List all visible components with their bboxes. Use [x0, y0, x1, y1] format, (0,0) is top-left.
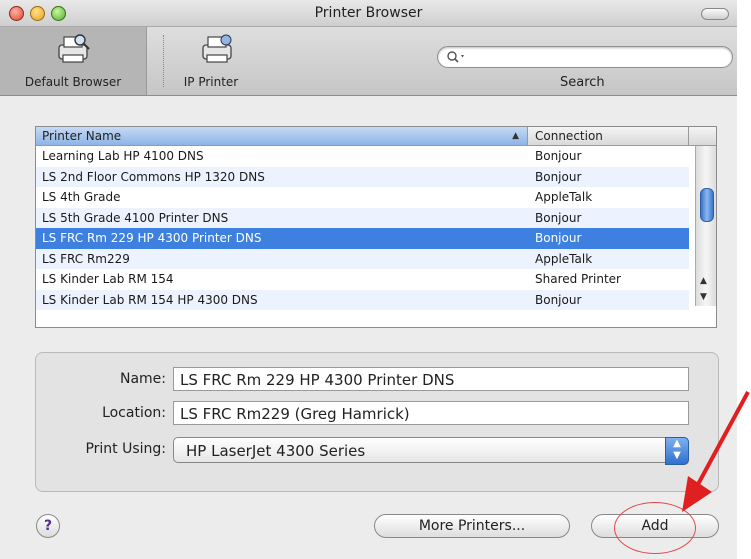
table-row-selected[interactable]: LS FRC Rm 229 HP 4300 Printer DNS Bonjour	[36, 228, 689, 249]
printer-name-cell: LS 5th Grade 4100 Printer DNS	[42, 210, 229, 225]
title-bar: Printer Browser	[0, 0, 737, 27]
printer-table: Printer Name ▲ Connection Learning Lab H…	[35, 126, 717, 328]
scroll-down-arrow-icon[interactable]: ▼	[700, 292, 707, 302]
printer-name-cell: LS 2nd Floor Commons HP 1320 DNS	[42, 169, 265, 184]
printer-browser-window: Printer Browser Default Browser IP Print…	[0, 0, 737, 559]
content-area: Printer Name ▲ Connection Learning Lab H…	[0, 96, 737, 559]
printer-name-cell: Learning Lab HP 4100 DNS	[42, 149, 204, 163]
column-header-printer-name-label: Printer Name	[42, 129, 122, 143]
connection-cell: Bonjour	[535, 169, 582, 184]
toolbar-ip-printer-label: IP Printer	[183, 75, 239, 89]
window-title: Printer Browser	[314, 5, 423, 21]
toolbar-separator	[163, 35, 164, 87]
table-body: Learning Lab HP 4100 DNS Bonjour LS 2nd F…	[36, 146, 689, 310]
vertical-scrollbar[interactable]: ▲ ▼	[695, 146, 716, 306]
connection-cell: Bonjour	[535, 292, 582, 307]
table-header: Printer Name ▲ Connection	[36, 127, 716, 146]
scroll-up-arrow-icon[interactable]: ▲	[700, 276, 707, 286]
printer-magnifier-icon	[58, 34, 90, 63]
printer-name-cell: LS FRC Rm229	[42, 251, 130, 266]
toolbar-default-browser-label: Default Browser	[24, 75, 122, 89]
sort-ascending-icon: ▲	[512, 131, 519, 141]
connection-cell: Bonjour	[535, 210, 582, 225]
column-header-connection[interactable]: Connection	[529, 127, 689, 145]
scrollbar-thumb[interactable]	[700, 188, 714, 222]
location-field[interactable]: LS FRC Rm229 (Greg Hamrick)	[173, 401, 689, 425]
printer-name-cell: LS Kinder Lab RM 154	[42, 272, 174, 286]
table-row[interactable]: LS Kinder Lab RM 154 Shared Printer	[36, 269, 689, 290]
table-row[interactable]: LS 5th Grade 4100 Printer DNS Bonjour	[36, 207, 689, 228]
print-using-label: Print Using:	[85, 441, 166, 457]
search-input[interactable]	[468, 49, 722, 65]
connection-cell: AppleTalk	[535, 251, 593, 266]
connection-cell: AppleTalk	[535, 190, 593, 204]
printer-name-cell: LS Kinder Lab RM 154 HP 4300 DNS	[42, 292, 258, 307]
table-row[interactable]: LS 4th Grade AppleTalk	[36, 187, 689, 208]
table-row[interactable]: LS Kinder Lab RM 154 HP 4300 DNS Bonjour	[36, 289, 689, 310]
help-button[interactable]: ?	[36, 514, 60, 538]
search-field[interactable]	[437, 46, 733, 68]
connection-cell: Bonjour	[535, 231, 582, 245]
search-icon	[447, 51, 464, 63]
print-using-value: HP LaserJet 4300 Series	[186, 442, 366, 460]
location-label: Location:	[102, 405, 166, 421]
column-header-printer-name[interactable]: Printer Name ▲	[36, 127, 528, 145]
table-row[interactable]: Learning Lab HP 4100 DNS Bonjour	[36, 146, 689, 167]
toolbar-toggle-button[interactable]	[701, 8, 729, 20]
connection-cell: Shared Printer	[535, 272, 621, 286]
printer-name-cell: LS 4th Grade	[42, 190, 121, 204]
toolbar: Default Browser IP Printer Search	[0, 27, 737, 96]
search-label: Search	[560, 75, 605, 90]
table-row[interactable]: LS FRC Rm229 AppleTalk	[36, 248, 689, 269]
ip-printer-icon	[202, 34, 232, 63]
table-row[interactable]: LS 2nd Floor Commons HP 1320 DNS Bonjour	[36, 166, 689, 187]
name-label: Name:	[119, 371, 166, 387]
toolbar-default-browser[interactable]: Default Browser	[0, 27, 147, 95]
print-using-popup[interactable]: HP LaserJet 4300 Series ▲ ▼	[173, 437, 689, 465]
annotation-arrow-icon	[682, 391, 750, 512]
printer-name-cell: LS FRC Rm 229 HP 4300 Printer DNS	[42, 231, 262, 245]
connection-cell: Bonjour	[535, 149, 582, 163]
printer-details-box: Name: LS FRC Rm 229 HP 4300 Printer DNS …	[35, 352, 719, 492]
toolbar-ip-printer[interactable]: IP Printer	[163, 27, 259, 95]
name-field[interactable]: LS FRC Rm 229 HP 4300 Printer DNS	[173, 367, 689, 391]
more-printers-button[interactable]: More Printers...	[374, 514, 570, 538]
